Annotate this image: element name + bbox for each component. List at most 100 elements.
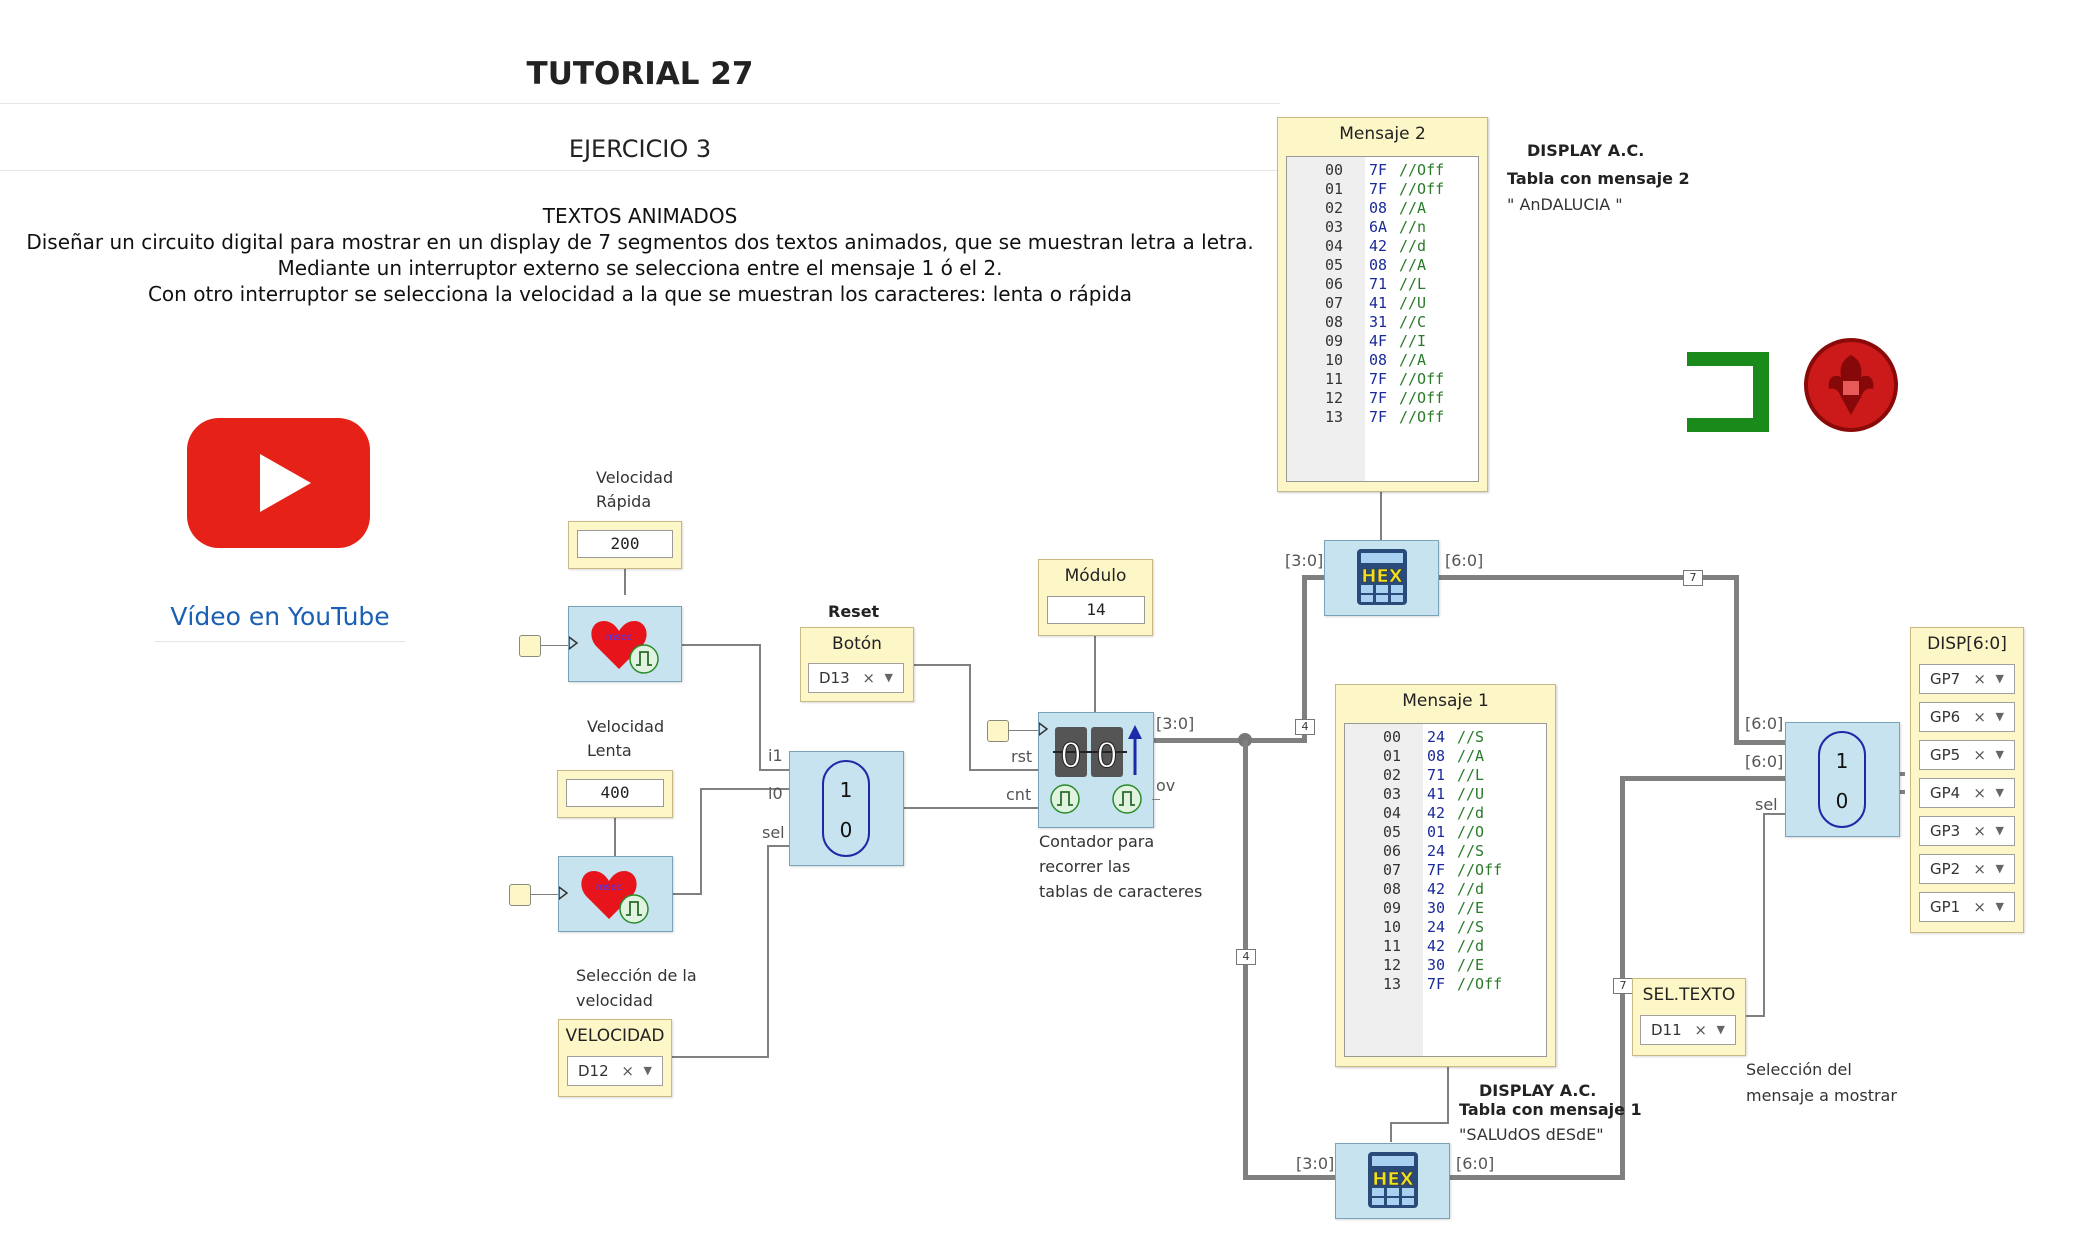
bus-wire (1302, 575, 1307, 743)
text-pin-select[interactable]: D11 × ▼ (1640, 1015, 1736, 1045)
wire (540, 645, 568, 646)
rom-row: 00 24 //S (1345, 728, 1546, 747)
counter-block[interactable]: 0 0 (1038, 712, 1154, 828)
reset-pin-select[interactable]: D13 × ▼ (808, 663, 904, 693)
display-pin-select[interactable]: GP1 × ▼ (1919, 892, 2015, 922)
rom-table[interactable]: 00 7F//Off 01 7F//Off 02 08//A 03 6A//n 04 42//d 0… (1286, 156, 1479, 482)
display-pin-select[interactable]: GP3 × ▼ (1919, 816, 2015, 846)
fast-period-value[interactable]: 200 (577, 530, 673, 558)
rom-value: 41 (1369, 294, 1388, 312)
clear-icon[interactable]: × (1973, 779, 1986, 807)
counter-enable-port[interactable] (987, 720, 1009, 742)
rom-comment: //Off (1399, 180, 1445, 198)
rom-row: 06 24 //S (1345, 842, 1546, 861)
counter-rst-label: rst (1011, 747, 1033, 766)
display-pin-value: GP4 (1930, 784, 1961, 802)
display-pin-select[interactable]: GP2 × ▼ (1919, 854, 2015, 884)
display-pin-select[interactable]: GP4 × ▼ (1919, 778, 2015, 808)
speed-pin-select[interactable]: D12 × ▼ (567, 1056, 663, 1086)
rom-comment: //U (1457, 785, 1485, 803)
rom-comment: //Off (1399, 370, 1445, 388)
speed-mux-block[interactable]: 1 0 (789, 751, 904, 866)
chevron-down-icon[interactable]: ▼ (1996, 703, 2004, 731)
wire (1390, 1122, 1448, 1124)
clear-icon[interactable]: × (1973, 893, 1986, 921)
wire (1008, 730, 1038, 731)
svg-text:HEX: HEX (1361, 566, 1402, 587)
rom-row: 13 7F //Off (1287, 408, 1478, 427)
chevron-down-icon[interactable]: ▼ (1996, 817, 2004, 845)
chevron-down-icon[interactable]: ▼ (1717, 1016, 1725, 1044)
clear-icon[interactable]: × (862, 664, 875, 692)
slow-clock-label: Lenta (587, 741, 632, 760)
rom-comment: //d (1457, 880, 1485, 898)
chevron-down-icon[interactable]: ▼ (1996, 855, 2004, 883)
display-pin-select[interactable]: GP7 × ▼ (1919, 664, 2015, 694)
slow-clock-block[interactable]: msec (558, 856, 673, 932)
svg-text:0: 0 (1096, 736, 1118, 776)
rom-comment: //Off (1399, 389, 1445, 407)
clear-icon[interactable]: × (1973, 855, 1986, 883)
rom-value: 24 (1427, 842, 1446, 860)
rom-row: 04 42 //d (1287, 237, 1478, 256)
hex-decoder-1[interactable]: HEX (1335, 1143, 1450, 1219)
youtube-link[interactable]: Vídeo en YouTube (155, 602, 405, 631)
chevron-down-icon[interactable]: ▼ (885, 664, 893, 692)
rom-value: 7F (1369, 389, 1388, 407)
display-pin-select[interactable]: GP5 × ▼ (1919, 740, 2015, 770)
chevron-down-icon[interactable]: ▼ (644, 1057, 652, 1085)
rom-row: 01 7F //Off (1287, 180, 1478, 199)
clear-icon[interactable]: × (1973, 741, 1986, 769)
hex-decoder-2[interactable]: HEX (1324, 540, 1439, 616)
hex2-out-label: [6:0] (1445, 551, 1484, 570)
rom-address: 07 (1382, 861, 1401, 879)
clear-icon[interactable]: × (1973, 665, 1986, 693)
wire (759, 644, 761, 770)
fast-clock-enable-port[interactable] (519, 635, 541, 657)
wire (759, 769, 789, 771)
chevron-down-icon[interactable]: ▼ (1996, 741, 2004, 769)
hex1-out-label: [6:0] (1456, 1154, 1495, 1173)
slow-clock-label: Velocidad (587, 717, 665, 736)
slow-clock-enable-port[interactable] (509, 884, 531, 906)
rom-address: 11 (1382, 937, 1401, 955)
wire (767, 845, 769, 1058)
message-1-rom[interactable]: Mensaje 1 00 24//S 01 08//A 02 71//L 03 41//U 04… (1335, 684, 1556, 1067)
clear-icon[interactable]: × (621, 1057, 634, 1085)
display-pin-select[interactable]: GP6 × ▼ (1919, 702, 2015, 732)
chevron-down-icon[interactable]: ▼ (1996, 779, 2004, 807)
bus-width-badge: 7 (1613, 978, 1633, 994)
message-2-rom[interactable]: Mensaje 2 00 7F //Off 01 7F //Off 02 08 //A 03 6A /… (1277, 117, 1488, 492)
rom-value: 42 (1427, 880, 1446, 898)
rom-row: 09 4F //I (1287, 332, 1478, 351)
rom-address: 09 (1382, 899, 1401, 917)
display-output-title: DISP[6:0] (1927, 634, 2007, 654)
bus-wire (1734, 575, 1739, 745)
text-mux-block[interactable]: 1 0 (1785, 722, 1900, 837)
rom2-note-text: " AnDALUCIA " (1507, 195, 1623, 214)
description-title: TEXTOS ANIMADOS (542, 204, 738, 228)
clear-icon[interactable]: × (1973, 703, 1986, 731)
rom-row: 05 08 //A (1287, 256, 1478, 275)
clear-icon[interactable]: × (1694, 1016, 1707, 1044)
text-select-label: Selección del (1746, 1060, 1852, 1079)
rom-value: 24 (1427, 728, 1446, 746)
rom-value: 30 (1427, 899, 1446, 917)
text-select-input: SEL.TEXTO D11 × ▼ (1632, 978, 1746, 1056)
rom-row: 07 7F //Off (1345, 861, 1546, 880)
modulo-value[interactable]: 14 (1047, 596, 1145, 624)
fast-clock-block[interactable]: msec (568, 606, 682, 682)
rom-address: 00 (1324, 161, 1343, 179)
rom-comment: //d (1457, 937, 1485, 955)
rom-value: 7F (1369, 370, 1388, 388)
clear-icon[interactable]: × (1973, 817, 1986, 845)
slow-period-value[interactable]: 400 (566, 779, 664, 807)
hex1-in-label: [3:0] (1296, 1154, 1335, 1173)
rom-address: 08 (1324, 313, 1343, 331)
youtube-play-icon[interactable] (187, 418, 370, 548)
wire (912, 664, 970, 666)
chevron-down-icon[interactable]: ▼ (1996, 893, 2004, 921)
rom-value: 08 (1427, 747, 1446, 765)
chevron-down-icon[interactable]: ▼ (1996, 665, 2004, 693)
rom-table[interactable]: 00 24 //S 01 08 //A 02 71 //L 03 41 //U 04 42 //d 05 01 /… (1344, 723, 1547, 1057)
